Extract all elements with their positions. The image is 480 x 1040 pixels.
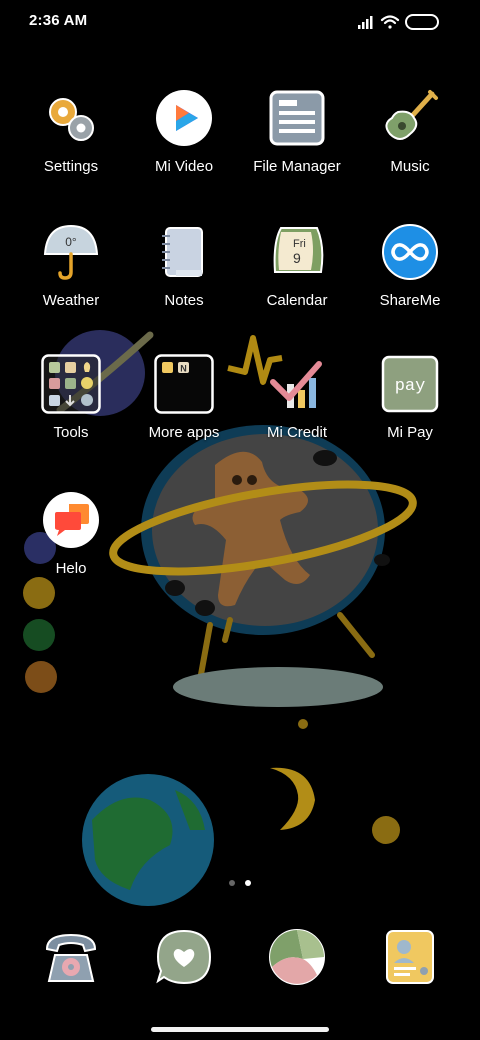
check-chart-icon [270, 361, 322, 408]
app-label: Helo [55, 560, 87, 577]
dot-green [23, 619, 55, 651]
app-notes[interactable]: Notes [124, 222, 244, 332]
folder-tools[interactable]: Tools [11, 354, 131, 464]
app-shareme[interactable]: ShareMe [350, 222, 470, 332]
app-helo[interactable]: Helo [11, 490, 131, 600]
app-label: Music [390, 158, 430, 175]
dot-brown [25, 661, 57, 693]
play-triangle-icon [156, 90, 212, 146]
infinity-icon [382, 224, 438, 280]
app-label: More apps [148, 424, 220, 441]
folder-icon: N [154, 354, 214, 414]
umbrella-icon: 0° [43, 224, 99, 280]
guitar-icon [385, 90, 438, 140]
browser-icon [269, 929, 325, 985]
app-file-manager[interactable]: File Manager [237, 88, 357, 198]
app-label: ShareMe [379, 292, 441, 309]
app-label: Mi Credit [266, 424, 327, 441]
app-calendar[interactable]: Fri 9 Calendar [237, 222, 357, 332]
notebook-icon [162, 227, 203, 277]
app-label: Calendar [266, 292, 328, 309]
app-weather[interactable]: 0° Weather [11, 222, 131, 332]
app-label: File Manager [253, 158, 341, 175]
dock-contacts[interactable] [380, 927, 440, 987]
app-label: Mi Pay [387, 424, 433, 441]
calendar-icon: Fri 9 [273, 227, 324, 273]
app-settings[interactable]: Settings [11, 88, 131, 198]
page-dot-2-active[interactable] [245, 880, 251, 886]
status-icons [358, 14, 439, 30]
folder-letter: N [180, 364, 187, 374]
folder-icon [41, 354, 101, 414]
app-mi-pay[interactable]: pay Mi Pay [350, 354, 470, 464]
contacts-card-icon [386, 930, 434, 984]
pay-text: pay [395, 377, 426, 396]
chat-bubbles-icon [43, 492, 99, 548]
signal-icon [358, 16, 373, 29]
page-dot-1[interactable] [229, 880, 235, 886]
app-music[interactable]: Music [350, 88, 470, 198]
folder-more-apps[interactable]: N More apps [124, 354, 244, 464]
app-label: Tools [53, 424, 89, 441]
app-label: Settings [43, 158, 99, 175]
app-mi-credit[interactable]: Mi Credit [237, 354, 357, 464]
app-label: Notes [164, 292, 204, 309]
file-list-icon [269, 90, 325, 146]
telephone-icon [45, 933, 97, 982]
app-label: Mi Video [154, 158, 214, 175]
pay-icon: pay [381, 355, 439, 413]
app-label: Weather [42, 292, 100, 309]
status-bar: 2:36 AM [0, 0, 480, 44]
battery-icon [405, 14, 439, 30]
calendar-day-name: Fri [293, 238, 306, 250]
app-mi-video[interactable]: Mi Video [124, 88, 244, 198]
dock-messages[interactable] [154, 927, 214, 987]
dock-browser[interactable] [267, 927, 327, 987]
home-indicator[interactable] [151, 1027, 329, 1032]
calendar-day-number: 9 [293, 250, 301, 266]
heart-message-icon [156, 929, 212, 985]
dock-phone[interactable] [41, 927, 101, 987]
weather-temp: 0° [65, 235, 77, 249]
settings-gears-icon [49, 98, 94, 141]
status-time: 2:36 AM [29, 12, 88, 29]
page-indicator[interactable] [224, 878, 256, 888]
wifi-icon [380, 15, 400, 29]
